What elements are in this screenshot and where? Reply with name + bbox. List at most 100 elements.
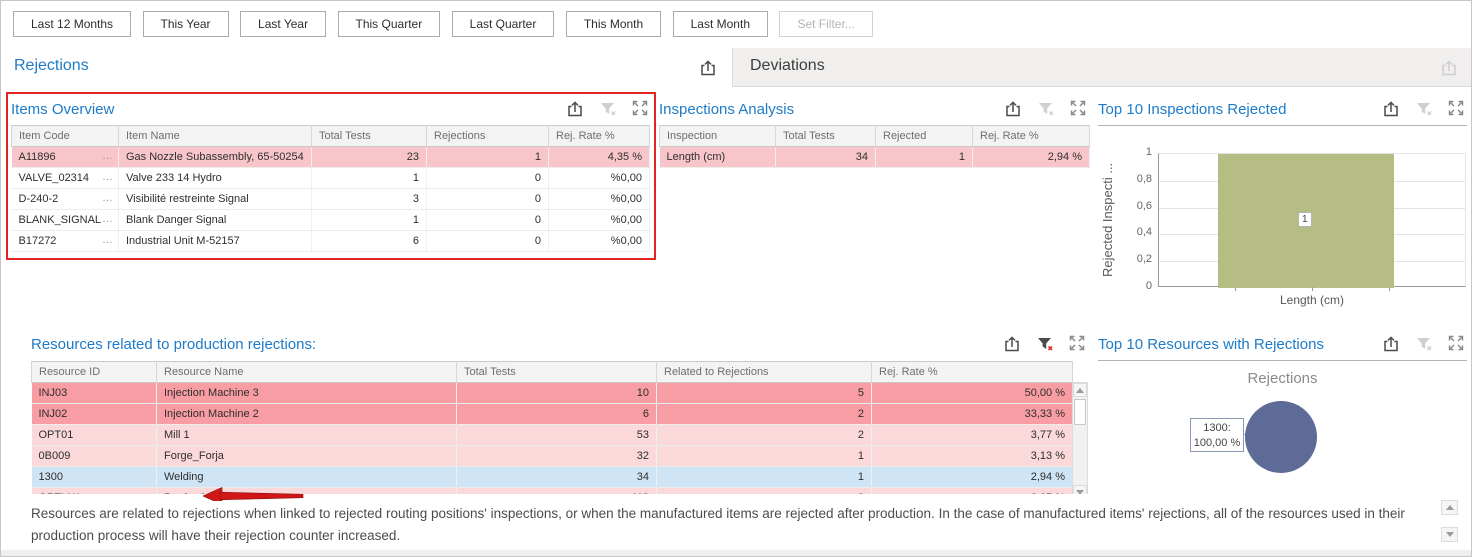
scrollbar-thumb[interactable]	[1074, 399, 1086, 425]
rej-rate: %0,00	[549, 189, 650, 210]
inspections-analysis-title: Inspections Analysis	[659, 101, 794, 118]
resources-table: Resource ID Resource Name Total Tests Re…	[31, 361, 1073, 501]
table-row[interactable]: BLANK_SIGNAL… Blank Danger Signal 1 0 %0…	[12, 210, 650, 231]
column-header[interactable]: Rejected	[876, 126, 973, 147]
bottom-strip	[1, 550, 1472, 557]
table-row[interactable]: A11896… Gas Nozzle Subassembly, 65-50254…	[12, 147, 650, 168]
filter-button-this-quarter[interactable]: This Quarter	[338, 11, 441, 37]
table-row[interactable]: B17272… Industrial Unit M-52157 6 0 %0,0…	[12, 231, 650, 252]
expand-icon[interactable]	[1447, 99, 1467, 119]
column-header[interactable]: Resource ID	[32, 362, 157, 383]
rej-rate: 3,77 %	[872, 425, 1073, 446]
item-code: A11896	[19, 151, 56, 163]
filter-button-last-year[interactable]: Last Year	[240, 11, 326, 37]
tab-deviations-label: Deviations	[750, 57, 825, 75]
clear-filter-icon[interactable]	[1414, 99, 1434, 119]
column-header[interactable]: Rej. Rate %	[973, 126, 1090, 147]
export-icon[interactable]	[1381, 99, 1401, 119]
table-scrollbar[interactable]	[1072, 382, 1088, 500]
expand-icon[interactable]	[1069, 99, 1089, 119]
total-tests: 32	[457, 446, 657, 467]
export-icon[interactable]	[565, 99, 585, 119]
column-header[interactable]: Related to Rejections	[657, 362, 872, 383]
filter-button-last-12-months[interactable]: Last 12 Months	[13, 11, 131, 37]
panel-divider	[1098, 360, 1467, 361]
column-header[interactable]: Total Tests	[312, 126, 427, 147]
column-header[interactable]: Resource Name	[157, 362, 457, 383]
bar-value-label: 1	[1298, 212, 1312, 227]
total-tests: 53	[457, 425, 657, 446]
item-code: B17272	[19, 235, 57, 247]
export-icon[interactable]	[1439, 58, 1459, 78]
table-row[interactable]: 0B009 Forge_Forja 32 1 3,13 %	[32, 446, 1073, 467]
item-name: Visibilité restreinte Signal	[119, 189, 312, 210]
column-header[interactable]: Total Tests	[776, 126, 876, 147]
rej-rate: 50,00 %	[872, 383, 1073, 404]
total-tests: 6	[457, 404, 657, 425]
expand-icon[interactable]	[631, 99, 651, 119]
tab-strip: Rejections Deviations	[1, 48, 1472, 87]
clear-filter-icon[interactable]	[598, 99, 618, 119]
bar-chart-plot-area: 1	[1158, 153, 1466, 287]
clear-filter-icon[interactable]	[1414, 334, 1434, 354]
related-to-rejections: 1	[657, 446, 872, 467]
top10-inspections-title: Top 10 Inspections Rejected	[1098, 101, 1286, 118]
column-header[interactable]: Rejections	[427, 126, 549, 147]
table-row-selected[interactable]: 1300 Welding 34 1 2,94 %	[32, 467, 1073, 488]
total-tests: 3	[312, 189, 427, 210]
set-filter-button[interactable]: Set Filter...	[779, 11, 872, 37]
resource-name: Welding	[157, 467, 457, 488]
filter-button-this-month[interactable]: This Month	[566, 11, 661, 37]
expand-icon[interactable]	[1447, 334, 1467, 354]
column-header[interactable]: Item Name	[119, 126, 312, 147]
export-icon[interactable]	[698, 58, 718, 78]
scroll-down-arrow[interactable]	[1441, 527, 1458, 542]
rejections: 0	[427, 210, 549, 231]
resources-panel: Resources related to production rejectio…	[31, 332, 1088, 501]
ellipsis: …	[102, 150, 113, 162]
clear-filter-icon-active[interactable]	[1035, 334, 1055, 354]
clear-filter-icon[interactable]	[1036, 99, 1056, 119]
resources-table-viewport: Resource ID Resource Name Total Tests Re…	[31, 361, 1088, 501]
ellipsis: …	[102, 213, 113, 225]
expand-icon[interactable]	[1068, 334, 1088, 354]
rej-rate: %0,00	[549, 210, 650, 231]
resource-id: INJ02	[32, 404, 157, 425]
inspections-analysis-panel: Inspections Analysis Inspection Total Te…	[659, 97, 1089, 168]
column-header[interactable]: Rej. Rate %	[549, 126, 650, 147]
table-row[interactable]: OPT01 Mill 1 53 2 3,77 %	[32, 425, 1073, 446]
table-row[interactable]: Length (cm) 34 1 2,94 %	[660, 147, 1090, 168]
tab-rejections-label: Rejections	[14, 57, 89, 75]
column-header[interactable]: Item Code	[12, 126, 119, 147]
filter-button-last-quarter[interactable]: Last Quarter	[452, 11, 555, 37]
column-header[interactable]: Inspection	[660, 126, 776, 147]
ellipsis: …	[102, 171, 113, 183]
table-row[interactable]: INJ02 Injection Machine 2 6 2 33,33 %	[32, 404, 1073, 425]
related-to-rejections: 2	[657, 404, 872, 425]
table-row[interactable]: D-240-2… Visibilité restreinte Signal 3 …	[12, 189, 650, 210]
tab-rejections[interactable]: Rejections	[1, 48, 732, 87]
item-name: Valve 233 14 Hydro	[119, 168, 312, 189]
export-icon[interactable]	[1003, 99, 1023, 119]
pie-slice-1300[interactable]	[1245, 401, 1317, 473]
filter-button-this-year[interactable]: This Year	[143, 11, 229, 37]
tab-deviations[interactable]: Deviations	[732, 48, 1472, 87]
export-icon[interactable]	[1381, 334, 1401, 354]
x-tick	[1312, 287, 1313, 291]
scroll-up-arrow[interactable]	[1073, 383, 1087, 397]
table-row[interactable]: INJ03 Injection Machine 3 10 5 50,00 %	[32, 383, 1073, 404]
x-tick	[1235, 287, 1236, 291]
x-axis-label: Length (cm)	[1158, 293, 1466, 307]
column-header[interactable]: Rej. Rate %	[872, 362, 1073, 383]
export-icon[interactable]	[1002, 334, 1022, 354]
scroll-up-arrow[interactable]	[1441, 500, 1458, 515]
total-tests: 6	[312, 231, 427, 252]
item-code: D-240-2	[19, 193, 59, 205]
column-header[interactable]: Total Tests	[457, 362, 657, 383]
total-tests: 1	[312, 210, 427, 231]
filter-button-last-month[interactable]: Last Month	[673, 11, 768, 37]
rejections: 1	[427, 147, 549, 168]
table-header-row: Resource ID Resource Name Total Tests Re…	[32, 362, 1073, 383]
table-row[interactable]: VALVE_02314… Valve 233 14 Hydro 1 0 %0,0…	[12, 168, 650, 189]
y-tick-label: 0,6	[1120, 200, 1152, 212]
